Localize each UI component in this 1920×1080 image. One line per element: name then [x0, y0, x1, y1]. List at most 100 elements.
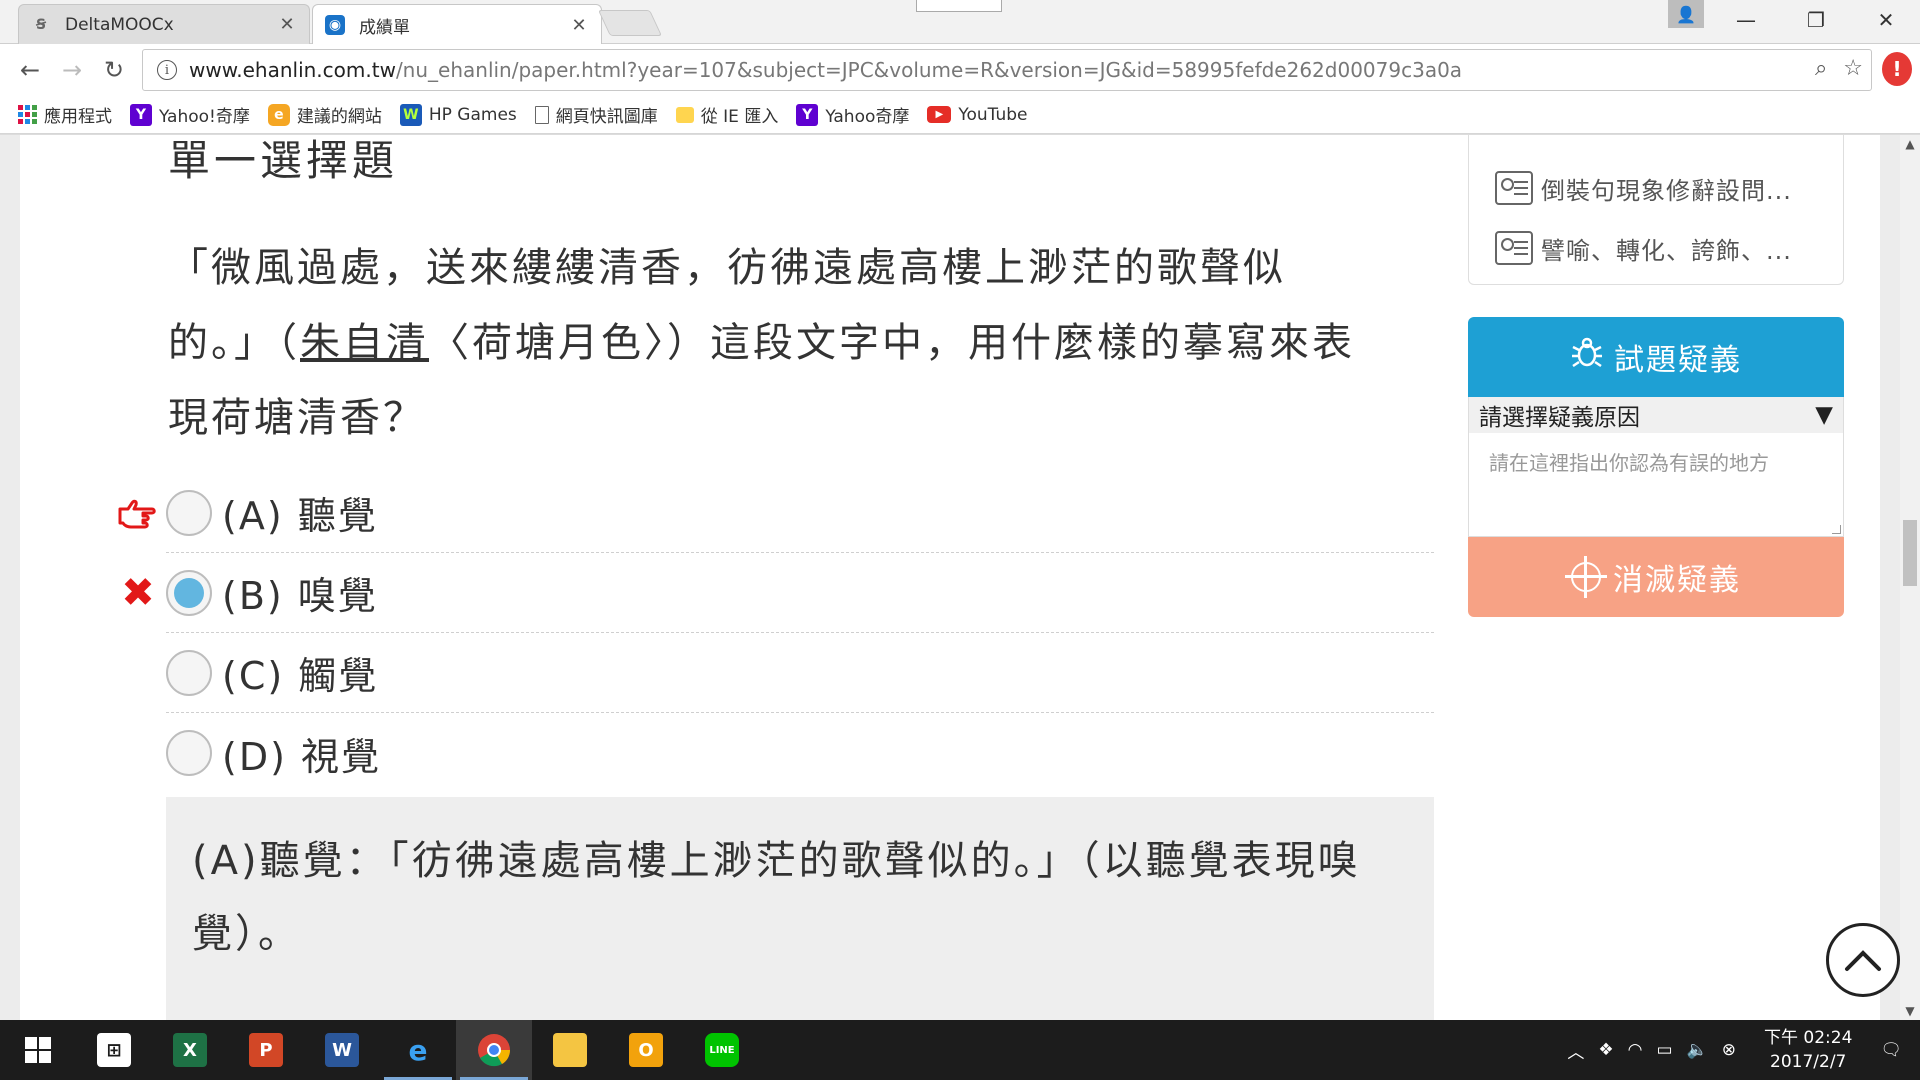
ie-app[interactable]: e — [380, 1020, 456, 1080]
restore-button[interactable]: ❐ — [1786, 0, 1846, 40]
reload-icon[interactable]: ↻ — [98, 54, 130, 86]
bookmark-web-slice-gallery[interactable]: 網頁快訊圖庫 — [534, 102, 658, 127]
bookmark-label: YouTube — [958, 104, 1028, 125]
ehanlin-icon: ◉ — [325, 15, 345, 35]
close-icon[interactable]: ✕ — [277, 14, 297, 35]
option-label: (B) 嗅覺 — [222, 574, 378, 618]
chrome-app[interactable] — [456, 1020, 532, 1080]
concept-label: 倒裝句現象修辭設問... — [1541, 176, 1792, 205]
concept-item[interactable]: 倒裝句現象修辭設問... — [1495, 158, 1843, 218]
chevron-up-icon — [1845, 950, 1881, 971]
chevron-up-icon[interactable]: ︿ — [1567, 1038, 1584, 1063]
dropdown-arrow-icon: ▼ — [1815, 402, 1833, 428]
teacher-board-icon — [1495, 231, 1533, 265]
profile-icon[interactable]: 👤 — [1668, 0, 1704, 28]
zoom-icon[interactable]: ⌕ — [1815, 56, 1827, 81]
teacher-board-icon — [1495, 171, 1533, 205]
clock-time: 下午 02:24 — [1764, 1028, 1853, 1048]
bookmark-imported-from-ie[interactable]: 從 IE 匯入 — [675, 102, 778, 127]
url-path: /nu_ehanlin/paper.html?year=107&subject=… — [395, 58, 1463, 82]
bookmark-hp-games[interactable]: W HP Games — [399, 103, 517, 126]
line-app[interactable]: LINE — [684, 1020, 760, 1080]
scroll-down-icon[interactable]: ▼ — [1900, 1002, 1920, 1020]
close-window-button[interactable]: ✕ — [1856, 0, 1916, 40]
yahoo-icon: Y — [796, 103, 819, 126]
tab-report-card[interactable]: ◉ 成績單 ✕ — [312, 4, 602, 45]
feedback-textarea[interactable]: 請在這裡指出你認為有誤的地方 — [1468, 433, 1844, 537]
outlook-icon: O — [629, 1033, 663, 1067]
folder-icon — [553, 1033, 587, 1067]
feedback-title: 試題疑義 — [1614, 343, 1742, 378]
option-a[interactable]: (A) 聽覺 — [118, 473, 1434, 553]
back-to-top-button[interactable] — [1826, 923, 1900, 997]
bookmark-yahoo[interactable]: Y Yahoo!奇摩 — [130, 102, 250, 127]
line-icon: LINE — [705, 1033, 739, 1067]
address-bar[interactable]: i www.ehanlin.com.tw/nu_ehanlin/paper.ht… — [142, 49, 1872, 91]
powerpoint-app[interactable]: P — [228, 1020, 304, 1080]
minimize-button[interactable]: — — [1716, 0, 1776, 40]
excel-app[interactable]: X — [152, 1020, 228, 1080]
youtube-icon: ▶ — [927, 106, 952, 123]
powerpoint-icon: P — [249, 1033, 283, 1067]
radio-button-selected[interactable] — [166, 569, 212, 616]
exam-paper: 單一選擇題 「微風過處，送來縷縷清香，彷彿遠處高樓上渺茫的歌聲似的。」（朱自清〈… — [20, 135, 1900, 1020]
radio-button[interactable] — [166, 489, 212, 536]
new-tab-button[interactable] — [597, 10, 663, 36]
page-scrollbar[interactable]: ▲ ▼ — [1900, 135, 1920, 1020]
word-app[interactable]: W — [304, 1020, 380, 1080]
answer-options: (A) 聽覺 ✖ (B) 嗅覺 (C) 觸覺 (D) 視覺 — [118, 473, 1434, 793]
battery-icon[interactable]: ▭ — [1657, 1040, 1673, 1060]
start-button[interactable] — [0, 1020, 76, 1080]
excel-icon: X — [173, 1033, 207, 1067]
outlook-app[interactable]: O — [608, 1020, 684, 1080]
dropbox-icon[interactable]: ❖ — [1598, 1040, 1613, 1060]
option-c[interactable]: (C) 觸覺 — [166, 633, 1434, 713]
scroll-up-icon[interactable]: ▲ — [1900, 135, 1920, 153]
scrollbar-thumb[interactable] — [1903, 520, 1917, 586]
wifi-icon[interactable]: ◠ — [1628, 1040, 1643, 1060]
clock[interactable]: 下午 02:24 2017/2/7 — [1764, 1026, 1852, 1074]
bookmark-label: Yahoo!奇摩 — [159, 107, 250, 127]
radio-button[interactable] — [166, 649, 212, 696]
option-d[interactable]: (D) 視覺 — [166, 713, 1434, 793]
bookmark-suggested-sites[interactable]: e 建議的網站 — [267, 102, 382, 127]
answer-explanation: (A)聽覺：「彷彿遠處高樓上渺茫的歌聲似的。」（以聽覺表現嗅覺）。 — [166, 797, 1434, 1020]
word-icon: W — [325, 1033, 359, 1067]
bookmark-yahoo-2[interactable]: Y Yahoo奇摩 — [796, 102, 909, 127]
feedback-reason-select[interactable]: 請選擇疑義原因 ▼ — [1468, 397, 1844, 433]
option-b[interactable]: ✖ (B) 嗅覺 — [121, 553, 1434, 633]
internet-explorer-icon: e — [408, 1033, 428, 1067]
bookmark-apps[interactable]: 應用程式 — [18, 102, 112, 127]
select-value: 請選擇疑義原因 — [1479, 405, 1640, 431]
radio-button[interactable] — [166, 730, 212, 776]
option-label: (D) 視覺 — [222, 734, 381, 779]
apps-icon — [18, 105, 37, 124]
chrome-menu-icon[interactable]: ! — [1882, 52, 1912, 86]
bookmark-label: HP Games — [428, 104, 517, 125]
notification-icon[interactable]: 🗨 — [1880, 1040, 1902, 1060]
window-drag-handle[interactable] — [916, 0, 1002, 12]
bookmark-label: Yahoo奇摩 — [825, 107, 910, 127]
suggested-sites-icon: e — [267, 103, 290, 126]
pointing-hand-icon — [116, 491, 160, 535]
tab-deltamoocx[interactable]: Ꞩ DeltaMOOCx ✕ — [18, 4, 310, 44]
no-entry-icon[interactable]: ⊗ — [1722, 1040, 1736, 1060]
option-label: (C) 觸覺 — [222, 654, 379, 698]
info-icon[interactable]: i — [157, 60, 177, 80]
bookmarks-bar: 應用程式 Y Yahoo!奇摩 e 建議的網站 W HP Games 網頁快訊圖… — [0, 96, 1920, 134]
concept-item[interactable]: 譬喻、轉化、誇飾、... — [1495, 218, 1843, 278]
folder-icon — [675, 106, 694, 123]
file-explorer-app[interactable] — [532, 1020, 608, 1080]
yahoo-icon: Y — [130, 103, 152, 126]
back-icon[interactable]: ← — [14, 54, 46, 86]
feedback-submit-button[interactable]: 消滅疑義 — [1468, 537, 1844, 617]
concept-label: 譬喻、轉化、誇飾、... — [1541, 236, 1792, 265]
crosshair-icon — [1565, 556, 1607, 598]
bookmark-youtube[interactable]: ▶ YouTube — [927, 104, 1028, 125]
star-icon[interactable]: ☆ — [1843, 56, 1863, 81]
author-link[interactable]: 朱自清 — [300, 320, 429, 366]
volume-icon[interactable]: 🔈 — [1687, 1040, 1708, 1060]
store-app[interactable]: ⊞ — [76, 1020, 152, 1080]
close-icon[interactable]: ✕ — [569, 15, 589, 36]
forward-icon[interactable]: → — [56, 54, 88, 86]
